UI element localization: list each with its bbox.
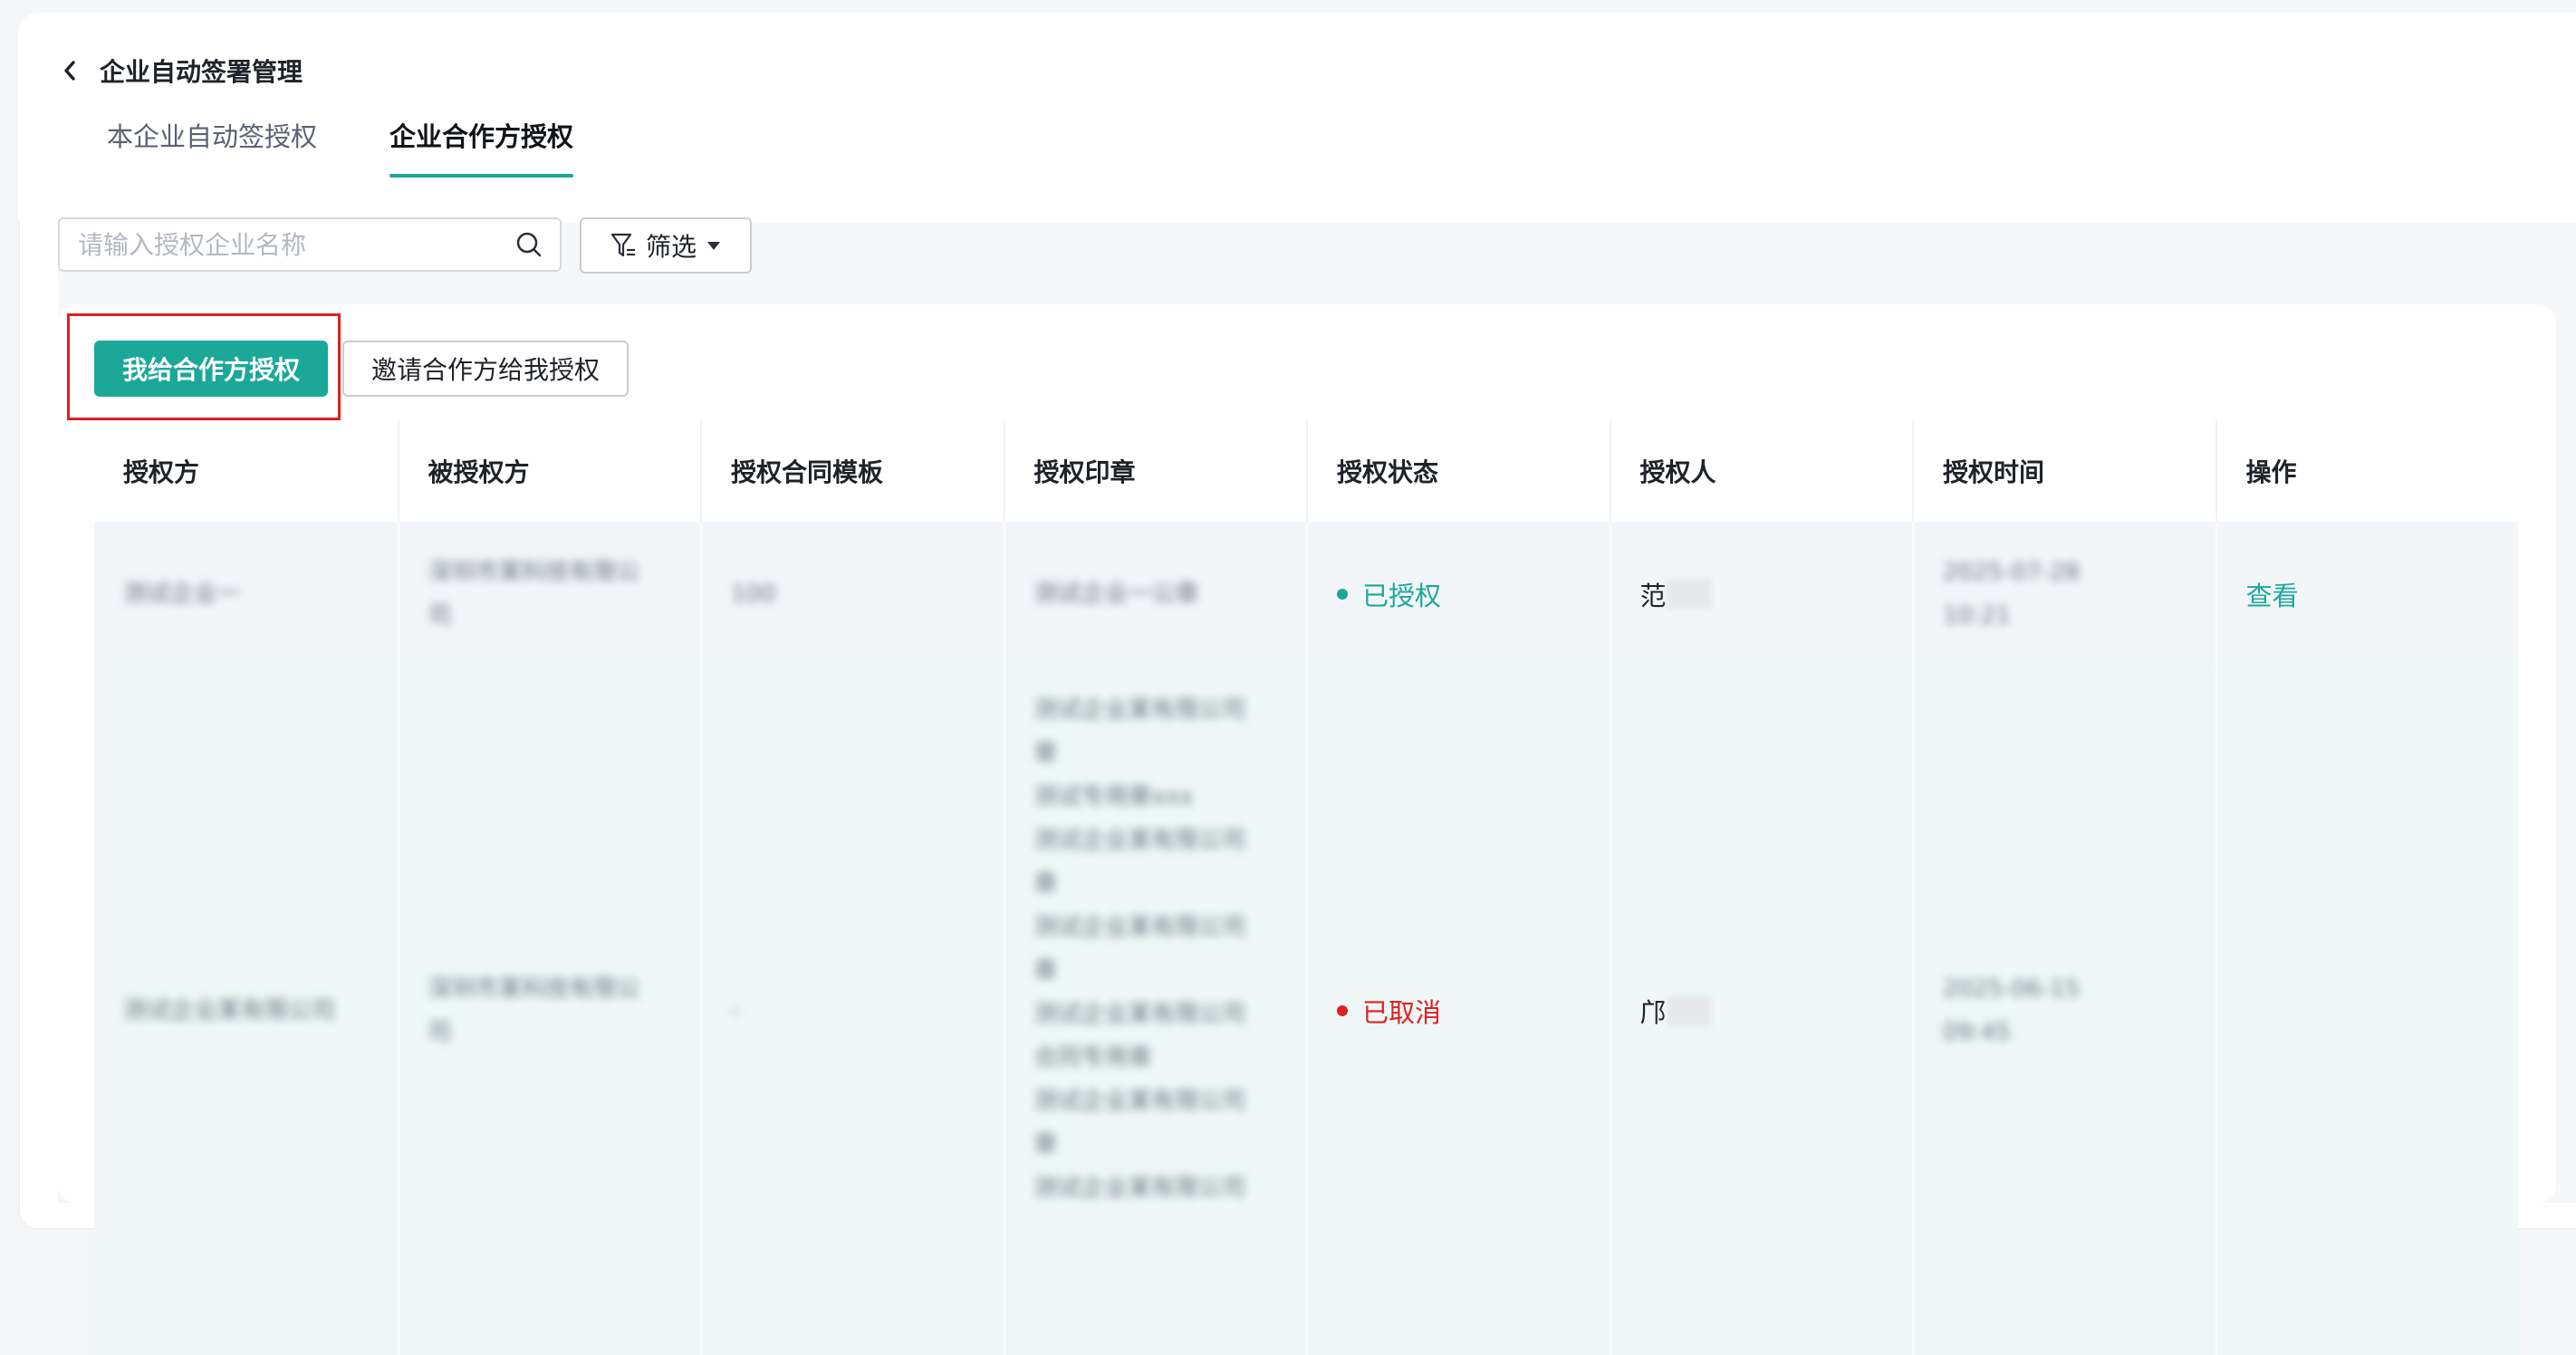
column-header: 授权状态 <box>1306 420 1610 522</box>
seal-line: 合同专用章 <box>1033 1044 1152 1072</box>
status-dot-icon <box>1337 589 1348 600</box>
grantee-text: 深圳市某科技有限公司 <box>428 559 640 629</box>
time-date: 2025-06-15 <box>1943 975 2081 1003</box>
cell-status: 已取消 <box>1306 667 1610 1355</box>
cell-person: 邝 <box>1609 667 1913 1355</box>
column-header: 授权人 <box>1609 420 1913 522</box>
seal-line: 测试企业某有限公司 <box>1033 1001 1246 1028</box>
tab-own-enterprise[interactable]: 本企业自动签授权 <box>107 116 317 178</box>
seal-text: 测试企业一公章 <box>1033 581 1199 608</box>
column-header: 操作 <box>2215 420 2519 522</box>
status-badge: 已取消 <box>1337 992 1441 1030</box>
cell-seal: 测试企业一公章 <box>1003 522 1307 667</box>
status-text: 已授权 <box>1362 581 1442 611</box>
table-row: 测试企业一 深圳市某科技有限公司 100 测试企业一公章 已授权 范 2025-… <box>94 522 2518 667</box>
column-header: 授权合同模板 <box>700 420 1004 522</box>
table-row: 测试企业某有限公司 深圳市某科技有限公司 - 测试企业某有限公司 章 测试专用章… <box>94 667 2518 1355</box>
column-header: 授权印章 <box>1003 420 1307 522</box>
person-name: 邝 <box>1640 992 1712 1030</box>
person-mask <box>1666 995 1712 1026</box>
filter-label: 筛选 <box>645 232 697 262</box>
tab-bar: 本企业自动签授权 企业合作方授权 <box>107 116 574 178</box>
seal-line: 章 <box>1033 1131 1058 1158</box>
authorization-table: 授权方 被授权方 授权合同模板 授权印章 授权状态 授权人 授权时间 操作 测试… <box>94 420 2518 1355</box>
template-text: - <box>731 997 740 1024</box>
column-header: 授权方 <box>123 457 200 487</box>
tab-partner[interactable]: 企业合作方授权 <box>389 116 574 178</box>
search-icon[interactable] <box>514 230 543 259</box>
cell-template: - <box>700 667 1004 1355</box>
person-surname: 邝 <box>1639 997 1667 1028</box>
template-text: 100 <box>731 581 776 608</box>
grantor-text: 测试企业某有限公司 <box>123 997 336 1024</box>
seal-line: 测试企业某有限公司 <box>1033 914 1246 941</box>
seal-line: 测试企业某有限公司 <box>1033 1175 1246 1202</box>
seal-line: 测试企业某有限公司 <box>1033 827 1246 854</box>
grantee-text: 深圳市某科技有限公司 <box>428 975 640 1046</box>
seal-line: 测试专用章xxx <box>1033 783 1194 811</box>
column-header: 授权时间 <box>1912 420 2216 522</box>
cell-action <box>2215 667 2519 1355</box>
cell-grantor: 测试企业某有限公司 <box>94 667 398 1355</box>
cell-grantee: 深圳市某科技有限公司 <box>397 667 701 1355</box>
page-title: 企业自动签署管理 <box>100 57 303 87</box>
cell-action: 查看 <box>2215 522 2519 667</box>
time-clock: 09:45 <box>1943 1019 2011 1046</box>
cell-grantee: 深圳市某科技有限公司 <box>397 522 701 667</box>
table-header: 授权方 被授权方 授权合同模板 授权印章 授权状态 授权人 授权时间 操作 <box>94 420 2518 522</box>
cell-person: 范 <box>1609 522 1913 667</box>
seal-line: 章 <box>1033 740 1058 767</box>
column-header: 被授权方 <box>397 420 701 522</box>
seal-line: 章 <box>1033 870 1058 898</box>
cell-time: 2025-07-28 10:21 <box>1912 522 2216 667</box>
person-surname: 范 <box>1639 581 1667 611</box>
time-date: 2025-07-28 <box>1943 559 2081 586</box>
cell-template: 100 <box>700 522 1004 667</box>
seal-line: 章 <box>1033 957 1058 985</box>
filter-icon <box>610 233 635 257</box>
cell-seal: 测试企业某有限公司 章 测试专用章xxx 测试企业某有限公司 章 测试企业某有限… <box>1003 667 1307 1355</box>
cell-status: 已授权 <box>1306 522 1610 667</box>
cell-grantor: 测试企业一 <box>94 522 398 667</box>
search-input[interactable] <box>76 228 514 261</box>
caret-down-icon <box>707 242 720 250</box>
chevron-left-icon[interactable] <box>60 58 80 83</box>
grantor-text: 测试企业一 <box>123 581 242 608</box>
status-dot-icon <box>1337 1005 1348 1016</box>
person-name: 范 <box>1640 575 1712 613</box>
back-link[interactable]: 企业自动签署管理 <box>60 53 303 89</box>
invite-partner-button[interactable]: 邀请合作方给我授权 <box>342 341 629 397</box>
highlight-annotation <box>67 313 341 420</box>
view-link[interactable]: 查看 <box>2246 575 2299 613</box>
search-box[interactable] <box>58 217 562 272</box>
status-badge: 已授权 <box>1337 575 1441 613</box>
cell-time: 2025-06-15 09:45 <box>1912 667 2216 1355</box>
seal-line: 测试企业某有限公司 <box>1033 1088 1246 1115</box>
filter-button[interactable]: 筛选 <box>580 217 752 274</box>
seal-line: 测试企业某有限公司 <box>1033 697 1246 724</box>
person-mask <box>1666 579 1712 610</box>
time-clock: 10:21 <box>1943 602 2011 629</box>
status-text: 已取消 <box>1362 997 1442 1028</box>
